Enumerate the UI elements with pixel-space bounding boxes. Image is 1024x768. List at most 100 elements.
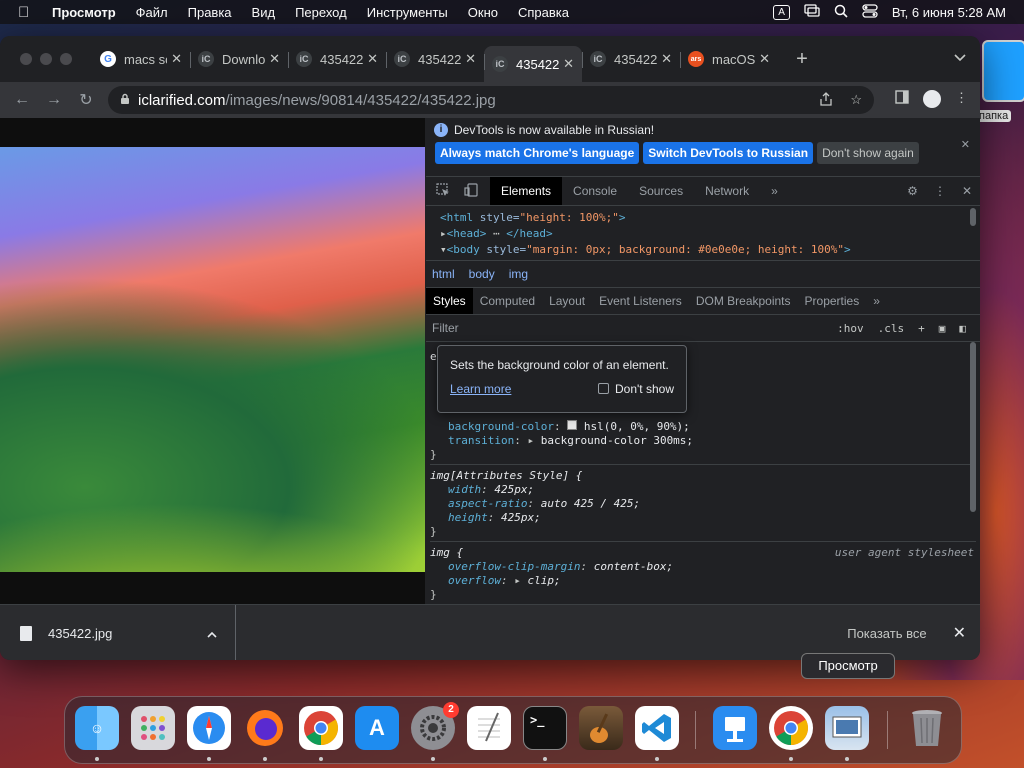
zoom-window-button[interactable] — [60, 53, 72, 65]
firefox-icon[interactable] — [243, 706, 287, 750]
close-devtools-icon[interactable]: ✕ — [962, 184, 972, 198]
expand-triangle-icon[interactable]: ▸ — [440, 227, 447, 240]
dont-show-again-button[interactable]: Don't show again — [817, 142, 919, 164]
new-rule-icon[interactable]: + — [918, 322, 925, 335]
device-toolbar-icon[interactable] — [464, 182, 482, 200]
chevron-up-icon[interactable] — [207, 626, 217, 641]
ellipsis-icon[interactable]: ⋯ — [486, 227, 506, 240]
dom-line-body[interactable]: ▾<body style="margin: 0px; background: #… — [440, 242, 966, 258]
back-arrow-icon[interactable]: ← — [6, 91, 38, 109]
menu-clock[interactable]: Вт, 6 июня 5:28 AM — [892, 5, 1006, 20]
menu-go[interactable]: Переход — [295, 5, 347, 20]
preview-icon[interactable] — [825, 706, 869, 750]
menu-view[interactable]: Вид — [252, 5, 276, 20]
tab-6[interactable]: iC 435422 ✕ — [582, 44, 680, 74]
menu-file[interactable]: Файл — [136, 5, 168, 20]
forward-arrow-icon[interactable]: → — [38, 91, 70, 109]
reload-icon[interactable]: ↻ — [70, 90, 102, 110]
bookmark-star-icon[interactable]: ☆ — [850, 92, 862, 109]
subtab-layout[interactable]: Layout — [542, 288, 592, 314]
breadcrumb-html[interactable]: html — [432, 267, 455, 281]
chrome-icon[interactable] — [299, 706, 343, 750]
toggle-sidebar-icon[interactable]: ◧ — [959, 322, 966, 335]
subtab-styles[interactable]: Styles — [426, 288, 473, 314]
tab-7[interactable]: ars macOS ✕ — [680, 44, 778, 74]
checkbox-icon[interactable] — [598, 383, 609, 394]
tab-2[interactable]: iC Downlo ✕ — [190, 44, 288, 74]
css-prop[interactable]: transition — [448, 434, 514, 447]
subtab-dom-breakpoints[interactable]: DOM Breakpoints — [689, 288, 798, 314]
share-icon[interactable] — [820, 91, 832, 109]
close-tab-icon[interactable]: ✕ — [465, 51, 476, 67]
vscode-icon[interactable] — [635, 706, 679, 750]
rule-selector[interactable]: img { — [430, 546, 463, 559]
tab-network[interactable]: Network — [694, 177, 760, 205]
garageband-icon[interactable] — [579, 706, 623, 750]
collapse-triangle-icon[interactable]: ▾ — [440, 243, 447, 256]
menu-app-name[interactable]: Просмотр — [52, 5, 116, 20]
dom-line-head[interactable]: ▸<head> ⋯ </head> — [440, 226, 966, 242]
devtools-menu-icon[interactable]: ⋮ — [934, 184, 946, 198]
subtab-computed[interactable]: Computed — [473, 288, 542, 314]
minimize-window-button[interactable] — [40, 53, 52, 65]
download-item[interactable]: 435422.jpg — [0, 605, 236, 660]
rule-selector[interactable]: img[Attributes Style] { — [430, 469, 976, 483]
chrome-menu-icon[interactable]: ⋮ — [955, 90, 968, 108]
close-tab-icon[interactable]: ✕ — [661, 51, 672, 67]
close-tab-icon[interactable]: ✕ — [367, 51, 378, 67]
finder-icon[interactable]: ☺ — [75, 706, 119, 750]
address-bar[interactable]: iclarified.com/images/news/90814/435422/… — [108, 86, 874, 114]
hover-state-toggle[interactable]: :hov — [837, 322, 864, 335]
inspect-element-icon[interactable] — [436, 182, 454, 200]
close-tab-icon[interactable]: ✕ — [171, 51, 182, 67]
close-tab-icon[interactable]: ✕ — [563, 56, 574, 72]
color-swatch-icon[interactable] — [567, 420, 578, 430]
side-panel-icon[interactable] — [895, 90, 909, 108]
class-toggle[interactable]: .cls — [878, 322, 905, 335]
new-tab-icon[interactable]: + — [788, 48, 816, 71]
input-source-icon[interactable]: A — [773, 4, 790, 20]
subtab-properties[interactable]: Properties — [798, 288, 867, 314]
subtab-event-listeners[interactable]: Event Listeners — [592, 288, 689, 314]
trash-icon[interactable] — [905, 706, 949, 750]
tab-3[interactable]: iC 435422 ✕ — [288, 44, 386, 74]
dom-line-html[interactable]: <html style="height: 100%;"> — [440, 210, 966, 226]
menu-help[interactable]: Справка — [518, 5, 569, 20]
screen-mirroring-icon[interactable] — [804, 3, 820, 21]
lock-icon[interactable] — [120, 93, 130, 108]
apple-menu-icon[interactable]:  — [18, 4, 38, 21]
tab-1[interactable]: Gmacs sc ✕ — [92, 44, 190, 74]
more-tabs-icon[interactable]: » — [760, 177, 789, 205]
switch-to-russian-button[interactable]: Switch DevTools to Russian — [643, 142, 814, 164]
tab-elements[interactable]: Elements — [490, 177, 563, 205]
dont-show-checkbox[interactable]: Don't show — [598, 382, 674, 396]
css-prop[interactable]: background-color — [448, 420, 554, 433]
menu-edit[interactable]: Правка — [188, 5, 232, 20]
close-infobar-icon[interactable]: ✕ — [961, 138, 970, 151]
close-tab-icon[interactable]: ✕ — [269, 51, 280, 67]
always-match-language-button[interactable]: Always match Chrome's language — [435, 142, 640, 164]
dom-scrollbar[interactable] — [970, 208, 976, 226]
close-tab-icon[interactable]: ✕ — [759, 51, 770, 67]
textedit-icon[interactable] — [467, 706, 511, 750]
menu-tools[interactable]: Инструменты — [367, 5, 448, 20]
learn-more-link[interactable]: Learn more — [450, 382, 511, 396]
profile-avatar-icon[interactable] — [923, 90, 941, 108]
spotlight-search-icon[interactable] — [834, 4, 848, 21]
menu-window[interactable]: Окно — [468, 5, 498, 20]
safari-icon[interactable] — [187, 706, 231, 750]
breadcrumb-body[interactable]: body — [469, 267, 495, 281]
settings-gear-icon[interactable]: ⚙ — [907, 184, 918, 198]
close-download-bar-icon[interactable]: ✕ — [953, 623, 966, 643]
styles-scrollbar[interactable] — [970, 342, 976, 512]
css-value[interactable]: hsl(0, 0%, 90%); — [584, 420, 690, 433]
more-subtabs-icon[interactable]: » — [866, 288, 887, 314]
launchpad-icon[interactable] — [131, 706, 175, 750]
tab-4[interactable]: iC 435422 ✕ — [386, 44, 484, 74]
tab-search-chevron-icon[interactable] — [954, 50, 966, 65]
styles-filter-input[interactable]: Filter — [432, 321, 459, 335]
breadcrumb-img[interactable]: img — [509, 267, 528, 281]
css-value[interactable]: background-color 300ms; — [541, 434, 693, 447]
tab-sources[interactable]: Sources — [628, 177, 694, 205]
desktop-folder-label[interactable]: папка — [976, 110, 1012, 122]
